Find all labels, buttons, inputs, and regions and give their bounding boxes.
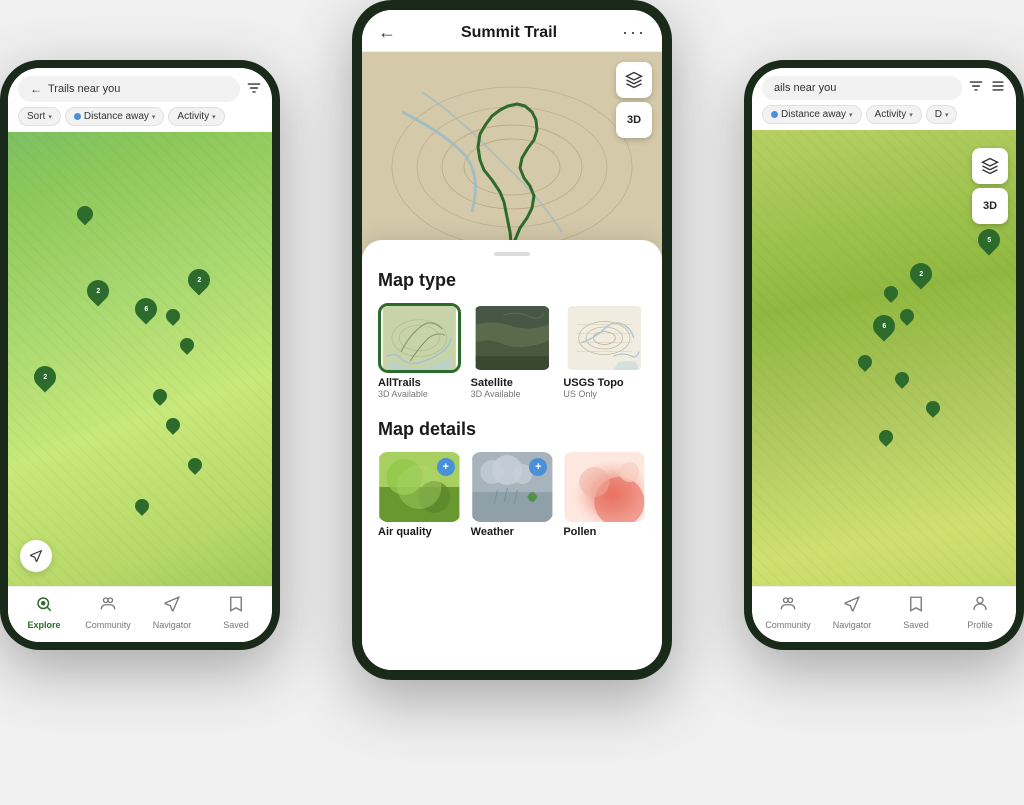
search-bar[interactable]: ← Trails near you: [18, 76, 240, 102]
nav-saved-label: Saved: [223, 620, 249, 630]
weather-thumbnail: +: [471, 452, 554, 522]
nav-community-label: Community: [85, 620, 131, 630]
right-list-icon[interactable]: [990, 79, 1006, 98]
filter-chips: Sort ▾ Distance away ▾ Activity ▾: [18, 107, 262, 126]
right-nav-saved[interactable]: Saved: [884, 595, 948, 630]
right-navigator-icon: [843, 595, 861, 618]
center-header: ← Summit Trail ···: [362, 10, 662, 52]
map-type-usgs[interactable]: USGS Topo US Only: [563, 303, 646, 399]
right-map-controls: 3D: [972, 148, 1008, 224]
pollen-label: Pollen: [563, 526, 646, 538]
right-distance-chip[interactable]: Distance away ▾: [762, 105, 862, 124]
map-type-title: Map type: [378, 270, 646, 291]
satellite-name: Satellite: [471, 377, 554, 389]
sort-chip[interactable]: Sort ▾: [18, 107, 61, 126]
right-layers-button[interactable]: [972, 148, 1008, 184]
back-arrow-icon: ←: [30, 82, 42, 96]
usgs-name: USGS Topo: [563, 377, 646, 389]
location-button[interactable]: [20, 540, 52, 572]
filter-icon[interactable]: [246, 81, 262, 98]
pollen-thumbnail: [563, 452, 646, 522]
right-threed-button[interactable]: 3D: [972, 188, 1008, 224]
left-bottom-nav: Explore Community Navigator Saved: [8, 586, 272, 642]
right-search-text: ails near you: [774, 82, 836, 94]
air-quality-badge: +: [437, 458, 455, 476]
saved-icon: [227, 595, 245, 618]
usgs-thumbnail: [563, 303, 646, 373]
nav-navigator[interactable]: Navigator: [140, 595, 204, 630]
nav-community[interactable]: Community: [76, 595, 140, 630]
right-map-bg: 5 6 2 3D: [752, 68, 1016, 642]
sheet-handle: [494, 252, 530, 256]
right-filter-chips: Distance away ▾ Activity ▾ D ▾: [762, 105, 1006, 124]
map-controls: 3D: [616, 62, 652, 138]
nav-explore[interactable]: Explore: [12, 595, 76, 630]
nav-navigator-label: Navigator: [153, 620, 192, 630]
back-button[interactable]: ←: [378, 22, 396, 43]
bottom-sheet: Map type: [362, 240, 662, 670]
map-type-alltrails[interactable]: AllTrails 3D Available: [378, 303, 461, 399]
weather-label: Weather: [471, 526, 554, 538]
layers-button[interactable]: [616, 62, 652, 98]
right-profile-icon: [971, 595, 989, 618]
distance-chip[interactable]: Distance away ▾: [65, 107, 165, 126]
detail-pollen[interactable]: Pollen: [563, 452, 646, 538]
alltrails-name: AllTrails: [378, 377, 461, 389]
alltrails-sub: 3D Available: [378, 389, 461, 399]
right-search-bar[interactable]: ails near you: [762, 76, 962, 100]
center-phone: ← Summit Trail ···: [352, 0, 672, 680]
right-community-icon: [779, 595, 797, 618]
nav-saved[interactable]: Saved: [204, 595, 268, 630]
right-nav-profile-label: Profile: [967, 620, 993, 630]
right-nav-community-label: Community: [765, 620, 811, 630]
right-nav-navigator[interactable]: Navigator: [820, 595, 884, 630]
right-nav-profile[interactable]: Profile: [948, 595, 1012, 630]
more-button[interactable]: ···: [622, 22, 646, 43]
activity-chip[interactable]: Activity ▾: [168, 107, 224, 126]
alltrails-thumbnail: [378, 303, 461, 373]
right-saved-icon: [907, 595, 925, 618]
nav-explore-label: Explore: [27, 620, 60, 630]
trail-title: Summit Trail: [461, 24, 557, 42]
left-topbar: ← Trails near you Sort ▾: [8, 68, 272, 132]
right-topbar: ails near you: [752, 68, 1016, 130]
navigator-icon: [163, 595, 181, 618]
threed-button[interactable]: 3D: [616, 102, 652, 138]
right-activity-chip[interactable]: Activity ▾: [866, 105, 922, 124]
satellite-thumbnail: [471, 303, 554, 373]
right-filter-icon[interactable]: [968, 79, 984, 98]
air-quality-thumbnail: +: [378, 452, 461, 522]
detail-air-quality[interactable]: + Air quality: [378, 452, 461, 538]
air-quality-label: Air quality: [378, 526, 461, 538]
explore-icon: [35, 595, 53, 618]
left-phone: 2 2 6 2 ← Trails near: [0, 60, 280, 650]
right-nav-navigator-label: Navigator: [833, 620, 872, 630]
usgs-sub: US Only: [563, 389, 646, 399]
map-details-grid: + Air quality: [378, 452, 646, 538]
right-nav-community[interactable]: Community: [756, 595, 820, 630]
right-bottom-nav: Community Navigator Saved Profile: [752, 586, 1016, 642]
community-icon: [99, 595, 117, 618]
right-extra-chip[interactable]: D ▾: [926, 105, 958, 124]
right-search-row: ails near you: [762, 76, 1006, 100]
detail-weather[interactable]: + Weather: [471, 452, 554, 538]
map-details-title: Map details: [378, 419, 646, 440]
search-row: ← Trails near you: [18, 76, 262, 102]
right-phone: 5 6 2 3D: [744, 60, 1024, 650]
satellite-sub: 3D Available: [471, 389, 554, 399]
left-map-bg: 2 2 6 2: [8, 68, 272, 642]
right-nav-saved-label: Saved: [903, 620, 929, 630]
search-text: Trails near you: [48, 83, 120, 95]
map-type-satellite[interactable]: Satellite 3D Available: [471, 303, 554, 399]
map-type-grid: AllTrails 3D Available: [378, 303, 646, 399]
